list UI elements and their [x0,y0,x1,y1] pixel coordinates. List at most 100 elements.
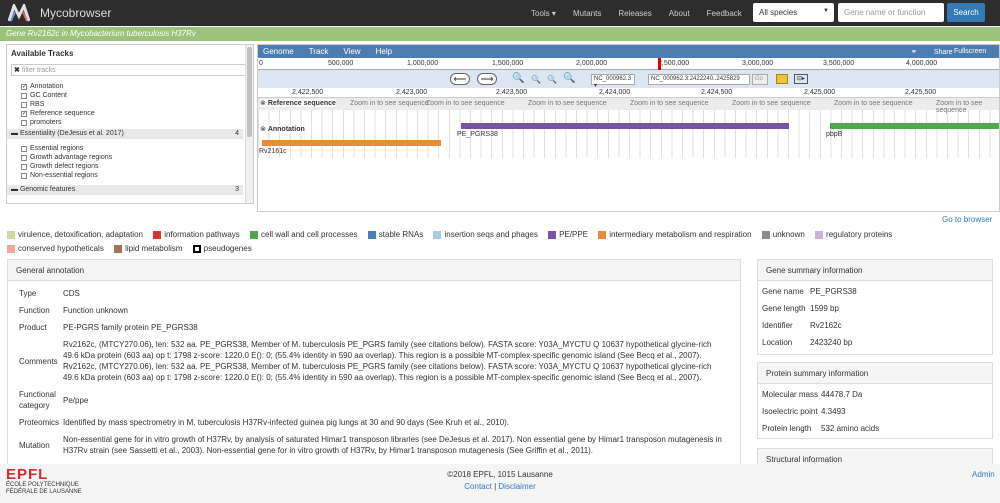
highlight-icon[interactable] [776,74,788,84]
checkbox-icon[interactable] [21,172,27,179]
row-value: Rv2162c, (MTCY270.06), len: 532 aa. PE_P… [63,340,712,382]
annotation-row-type: Type CDS [19,288,729,299]
checkbox-icon[interactable]: ✓ [21,83,27,90]
reference-track-title: Reference sequence [267,100,336,107]
feature-label: PE_PGRS38 [457,131,498,138]
ruler-tick: 2,000,000 [576,60,608,67]
species-select[interactable]: All species ▼ [753,3,834,22]
go-button[interactable]: Go [752,74,768,85]
legend-item: information pathways [153,229,240,241]
checkbox-icon[interactable] [21,92,27,99]
annotation-track-label[interactable]: ⊗ Annotation [260,125,305,133]
row-value: PE_PGRS38 [810,287,857,296]
checkbox-icon[interactable] [21,119,27,126]
legend-swatch [433,231,442,239]
legend-label: pseudogenes [203,244,252,253]
checkbox-icon[interactable] [21,163,27,170]
ruler-tick: 3,500,000 [823,60,855,67]
footer-links: Contact | Disclaimer [0,482,1000,491]
row-key: Type [19,289,37,298]
track-item-growth-advantage[interactable]: Growth advantage regions [7,153,253,162]
row-key: Product [19,323,47,332]
summary-row: Identifier Rv2162c [762,320,988,331]
legend-label: conserved hypotheticals [18,244,104,253]
category-label: ▬ Essentiality (DeJesus et al. 2017) [11,130,124,138]
reference-sequence-select[interactable]: NC_000962.3 ▾ [591,74,635,89]
legend-label: intermediary metabolism and respiration [609,230,752,239]
overview-ruler[interactable]: 0 500,000 1,000,000 1,500,000 2,000,000 … [258,58,999,70]
zoom-in-icon[interactable]: 🔍 [563,73,575,84]
summary-row: Gene name PE_PGRS38 [762,286,988,297]
menu-help[interactable]: Help [376,47,392,56]
checkbox-icon[interactable] [21,145,27,152]
nav-tools-dropdown[interactable]: Tools ▾ [531,9,556,18]
zoom-message: Zoom in to see sequence [936,100,983,114]
zoom-in-small-icon[interactable]: 🔍 [547,75,557,84]
footer: EPFL ÉCOLE POLYTECHNIQUE FÉDÉRALE DE LAU… [0,464,1000,503]
track-item-essential-regions[interactable]: Essential regions [7,144,253,153]
zoom-out-icon[interactable]: 🔍 [512,73,524,84]
track-close-icon[interactable]: ⊗ [260,100,266,107]
feature-pe-pgrs38[interactable] [461,123,789,129]
disclaimer-link[interactable]: Disclaimer [498,482,535,491]
scrollbar-thumb[interactable] [247,47,252,137]
nav-about[interactable]: About [669,9,690,18]
nav-mutants[interactable]: Mutants [573,9,601,18]
track-category-genomic-features[interactable]: ▬ Genomic features 3 [7,185,243,195]
track-area[interactable]: Zoom in to see sequence Zoom in to see s… [258,98,999,158]
zoom-message: Zoom in to see sequence [732,100,811,107]
menu-track[interactable]: Track [309,47,329,56]
admin-link[interactable]: Admin [972,470,995,479]
menu-genome[interactable]: Genome [263,47,294,56]
gene-summary-panel: Gene summary information Gene name PE_PGR… [757,259,993,355]
nav-releases[interactable]: Releases [618,9,651,18]
track-item-non-essential[interactable]: Non-essential regions [7,171,253,180]
row-key: Identifier [762,321,793,330]
general-annotation-body: Type CDS Function Function unknown Product… [8,281,740,463]
fullscreen-button[interactable]: Fullscreen [954,48,986,55]
track-options-icon[interactable]: ⊟▸ [794,74,808,84]
go-to-browser-link[interactable]: Go to browser [942,215,992,224]
track-close-icon[interactable]: ⊗ [260,126,266,133]
legend-label: lipid metabolism [125,244,183,253]
zoom-out-small-icon[interactable]: 🔍 [531,75,541,84]
pan-right-button[interactable]: ⟶ [477,73,497,85]
track-item-growth-defect[interactable]: Growth defect regions [7,162,253,171]
reference-track-label[interactable]: ⊗ Reference sequence [260,99,336,107]
nav-feedback[interactable]: Feedback [707,9,742,18]
ruler2-tick: 2,424,000 [599,89,631,96]
checkbox-icon[interactable]: ✓ [21,110,27,117]
legend-item: lipid metabolism [114,243,182,255]
ruler-tick: 1,500,000 [492,60,524,67]
track-list-scrollbar[interactable] [245,45,253,203]
filter-tracks-input[interactable]: ✖ filter tracks [11,64,249,76]
contact-link[interactable]: Contact [464,482,492,491]
row-value: Rv2162c [810,321,842,330]
track-label: Non-essential regions [30,172,98,179]
ruler2-tick: 2,423,000 [396,89,428,96]
checkbox-icon[interactable] [21,101,27,108]
checkbox-icon[interactable] [21,154,27,161]
search-button[interactable]: Search [947,3,985,22]
brand-title[interactable]: Mycobrowser [40,6,111,20]
mycobrowser-logo[interactable] [8,4,30,22]
track-item-gc-content[interactable]: GC Content [7,91,253,100]
track-category-essentiality[interactable]: ▬ Essentiality (DeJesus et al. 2017) 4 [7,129,243,139]
feature-pbpb[interactable] [830,123,999,129]
locus-input[interactable]: NC_000962.3:2422240..2425829 [648,74,750,85]
menu-view[interactable]: View [343,47,360,56]
track-item-promoters[interactable]: promoters [7,118,253,127]
share-label: Share [933,48,953,56]
track-item-reference-sequence[interactable]: ✓ Reference sequence [7,109,253,118]
pan-left-button[interactable]: ⟵ [450,73,470,85]
legend-item: pseudogenes [192,243,252,255]
track-item-annotation[interactable]: ✓ Annotation [7,82,253,91]
gene-search-input[interactable]: Gene name or function [838,3,944,22]
reference-sequence-track: Zoom in to see sequence Zoom in to see s… [258,98,999,114]
track-item-rbs[interactable]: RBS [7,100,253,109]
footer-separator: | [494,482,497,491]
close-icon[interactable]: ✖ [14,67,20,74]
feature-rv2161c[interactable] [262,140,441,146]
row-key: Gene name [762,287,804,296]
row-key: Comments [19,356,58,366]
